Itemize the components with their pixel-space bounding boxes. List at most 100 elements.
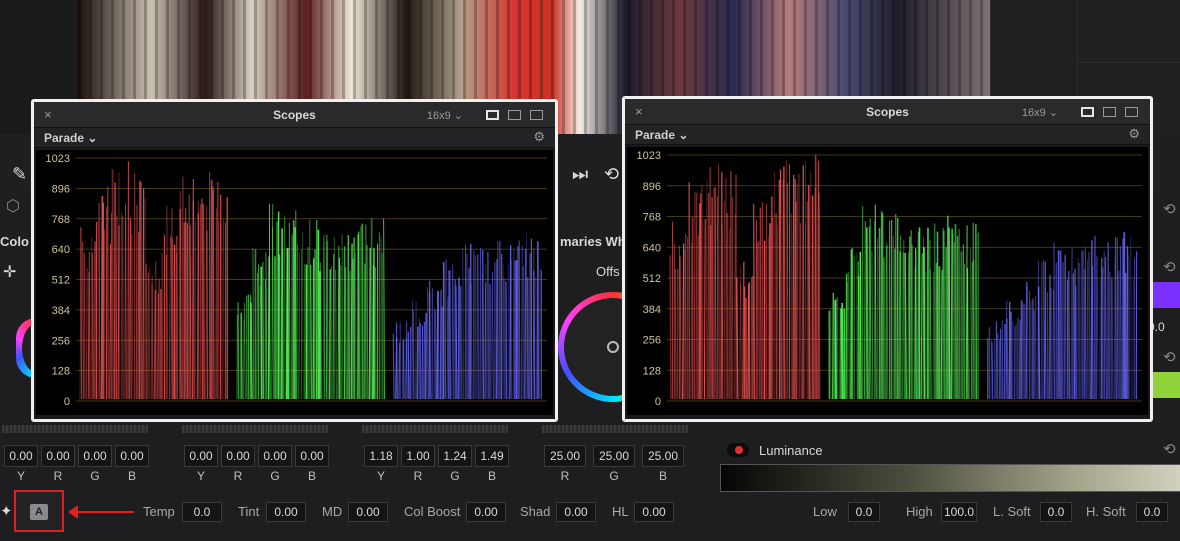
hl-input[interactable]: 0.00 — [634, 502, 674, 522]
parade-trace — [267, 256, 270, 400]
wheel-value-input[interactable]: 0.00 — [41, 445, 75, 467]
layout-quad-icon[interactable] — [530, 110, 543, 120]
parade-trace — [1001, 320, 1004, 400]
layout-double-icon[interactable] — [1103, 107, 1116, 117]
high-label: High — [906, 504, 933, 519]
parade-trace — [485, 263, 488, 400]
aspect-dropdown[interactable]: 16x9 ⌄ — [1022, 106, 1058, 119]
wheel-slider[interactable] — [542, 425, 688, 433]
wheel-value-input[interactable]: 25.00 — [642, 445, 684, 467]
wheel-value-input[interactable]: 1.49 — [475, 445, 509, 467]
skip-end-icon[interactable]: ⏭ — [572, 164, 588, 185]
parade-trace — [341, 233, 344, 400]
parade-trace — [262, 262, 264, 400]
parade-trace — [166, 205, 169, 400]
reset-icon[interactable]: ⟲ — [1163, 440, 1176, 458]
high-input[interactable]: 100.0 — [941, 502, 977, 522]
crosshair-icon[interactable]: ✛ — [3, 262, 16, 282]
auto-icon: A — [30, 504, 48, 520]
resolve-color-page: ✎ ⏭ ⟲ ⬡ ⟲ Colo maries Whe Offs ✛ ⟲ 0.0 ⟲… — [0, 0, 1180, 541]
parade-trace — [161, 253, 164, 400]
md-input[interactable]: 0.00 — [348, 502, 388, 522]
wheel-value-input[interactable]: 1.00 — [401, 445, 435, 467]
reset-icon[interactable]: ⟲ — [1163, 348, 1176, 366]
parade-trace — [398, 342, 401, 400]
reset-icon[interactable]: ⟲ — [1163, 258, 1176, 276]
colboost-input[interactable]: 0.00 — [466, 502, 506, 522]
parade-trace — [669, 255, 672, 400]
parade-trace — [457, 277, 460, 400]
parade-trace — [210, 180, 213, 400]
parade-trace — [243, 302, 246, 400]
layout-single-icon[interactable] — [1081, 107, 1094, 117]
scope-settings-icon[interactable]: ⚙ — [533, 129, 545, 145]
wheel-value-input[interactable]: 0.00 — [4, 445, 38, 467]
loop-icon[interactable]: ⟲ — [604, 164, 619, 185]
parade-trace — [381, 252, 384, 400]
parade-trace — [451, 263, 454, 400]
wheel-slider[interactable] — [2, 425, 148, 433]
tint-input[interactable]: 0.00 — [266, 502, 306, 522]
parade-trace — [829, 309, 832, 400]
magic-wand-icon[interactable]: ✦ — [0, 502, 13, 520]
parade-trace — [401, 341, 404, 400]
parade-trace — [954, 223, 958, 400]
scope-tick-label: 768 — [52, 214, 70, 226]
wheel-value-input[interactable]: 0.00 — [115, 445, 149, 467]
lsoft-input[interactable]: 0.0 — [1040, 502, 1072, 522]
green-swatch[interactable] — [1152, 372, 1180, 398]
node-icon[interactable]: ⬡ — [6, 196, 20, 216]
scope-tick-label: 1023 — [46, 153, 70, 165]
parade-trace — [920, 253, 923, 400]
temp-input[interactable]: 0.0 — [182, 502, 222, 522]
parade-trace — [694, 191, 696, 400]
parade-trace — [871, 250, 874, 400]
wheel-slider[interactable] — [362, 425, 508, 433]
parade-trace — [452, 270, 454, 400]
wheel-value-input[interactable]: 0.00 — [258, 445, 292, 467]
wheel-value-input[interactable]: 25.00 — [593, 445, 635, 467]
parade-trace — [1013, 326, 1016, 400]
purple-swatch[interactable] — [1152, 282, 1180, 308]
aspect-dropdown[interactable]: 16x9 ⌄ — [427, 109, 463, 122]
hsoft-input[interactable]: 0.0 — [1136, 502, 1168, 522]
luminance-toggle[interactable] — [727, 443, 749, 457]
luminance-gradient[interactable] — [720, 464, 1180, 492]
auto-balance-button[interactable]: A — [14, 490, 64, 532]
shad-input[interactable]: 0.00 — [556, 502, 596, 522]
scope-mode-dropdown[interactable]: Parade ⌄ — [44, 131, 97, 145]
wheel-value-input[interactable]: 0.00 — [221, 445, 255, 467]
wheel-value-input[interactable]: 25.00 — [544, 445, 586, 467]
wheel-value-input[interactable]: 0.00 — [295, 445, 329, 467]
wheel-channel-label: G — [609, 469, 619, 483]
wheel-value-input[interactable]: 1.24 — [438, 445, 472, 467]
scope-tick-label: 256 — [643, 335, 661, 347]
layout-single-icon[interactable] — [486, 110, 499, 120]
parade-trace — [121, 215, 124, 400]
parade-trace — [758, 240, 761, 400]
parade-trace — [845, 273, 848, 400]
layout-double-icon[interactable] — [508, 110, 521, 120]
parade-trace — [437, 291, 440, 400]
wheel-channel-label: Y — [376, 469, 385, 483]
low-input[interactable]: 0.0 — [848, 502, 880, 522]
temp-label: Temp — [143, 504, 175, 519]
wheel-slider[interactable] — [182, 425, 328, 433]
scope-tick-label: 128 — [52, 366, 70, 378]
scope-tick-label: 512 — [52, 275, 70, 287]
scope-mode-dropdown[interactable]: Parade ⌄ — [635, 128, 688, 142]
scope-tick-label: 896 — [643, 181, 661, 193]
wheel-value-input[interactable]: 0.00 — [184, 445, 218, 467]
shad-label: Shad — [520, 504, 551, 519]
scope-tick-label: 0 — [655, 396, 661, 408]
reset-icon[interactable]: ⟲ — [1163, 200, 1176, 218]
parade-trace — [481, 273, 483, 400]
parade-trace — [969, 248, 971, 400]
layout-quad-icon[interactable] — [1125, 107, 1138, 117]
eyedropper-icon[interactable]: ✎ — [12, 164, 27, 185]
wheel-value-input[interactable]: 1.18 — [364, 445, 398, 467]
parade-trace — [793, 179, 797, 400]
wheel-value-input[interactable]: 0.00 — [78, 445, 112, 467]
scope-settings-icon[interactable]: ⚙ — [1128, 126, 1140, 142]
low-label: Low — [813, 504, 837, 519]
